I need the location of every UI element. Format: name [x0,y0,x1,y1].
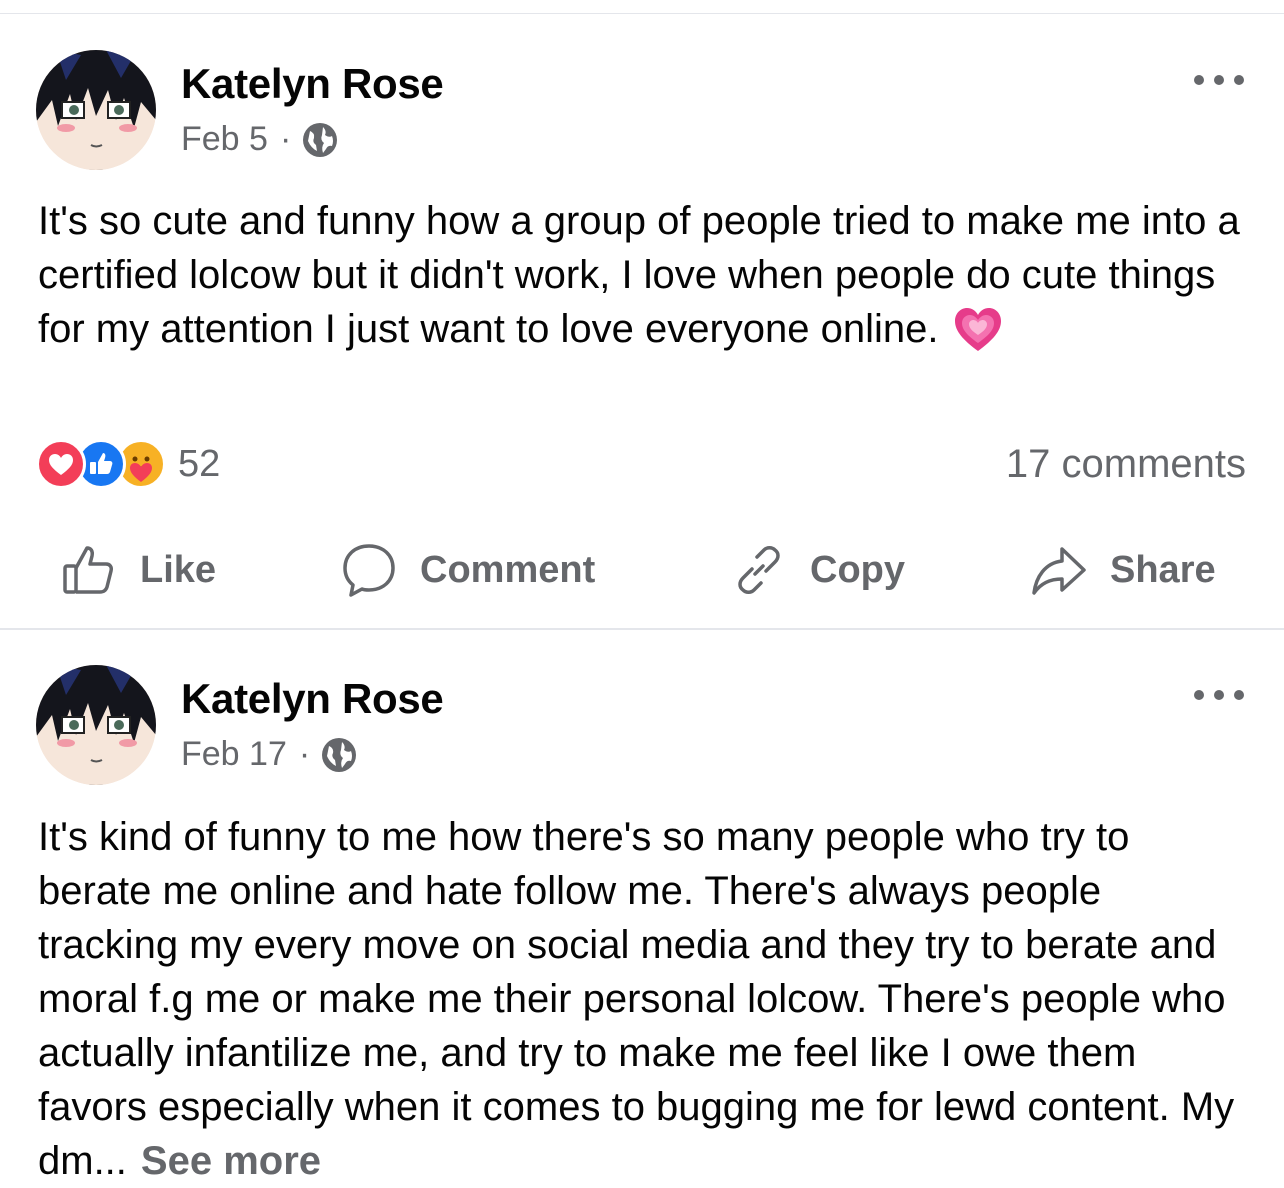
love-reaction-icon [36,439,86,489]
more-options-button[interactable] [1194,70,1244,90]
post-text: It's so cute and funny how a group of pe… [38,199,1240,351]
speech-bubble-icon [343,544,395,597]
dot-icon [1234,75,1244,85]
like-button[interactable]: Like [60,540,216,600]
post-date[interactable]: Feb 5 [181,120,268,159]
avatar[interactable] [36,50,156,170]
more-options-button[interactable] [1194,685,1244,705]
link-icon [738,546,780,594]
author-name[interactable]: Katelyn Rose [181,60,444,108]
meta-separator: · [298,735,311,773]
reaction-count: 52 [178,442,221,485]
post-card: Katelyn Rose Feb 5 · It's so cute and fu… [0,0,1284,628]
post-action-bar: Like Comment Copy Share [0,540,1284,600]
dot-icon [1194,75,1204,85]
see-more-link[interactable]: See more [141,1139,321,1183]
copy-label: Copy [810,548,905,591]
meta-separator: · [279,120,292,158]
comment-button[interactable]: Comment [340,540,595,600]
like-label: Like [140,548,217,591]
copy-button[interactable]: Copy [730,540,905,600]
share-button[interactable]: Share [1030,540,1216,600]
comments-count-link[interactable]: 17 comments [1006,440,1246,488]
post-card: Katelyn Rose Feb 17 · It's kind of funny… [0,630,1284,1184]
share-label: Share [1110,548,1216,591]
growing-heart-emoji-icon [954,308,1001,351]
dot-icon [1214,75,1224,85]
post-text: It's kind of funny to me how there's so … [38,815,1235,1183]
comment-label: Comment [420,548,596,591]
post-meta: Feb 17 · [181,735,358,774]
post-meta: Feb 5 · [181,120,339,159]
post-date[interactable]: Feb 17 [181,735,287,774]
globe-icon [322,737,357,772]
reactions-summary[interactable]: 52 [36,439,221,489]
share-arrow-icon [1032,547,1086,595]
post-body: It's so cute and funny how a group of pe… [38,194,1248,356]
dot-icon [1234,690,1244,700]
avatar[interactable] [36,665,156,785]
dot-icon [1194,690,1204,700]
globe-icon [303,122,338,157]
dot-icon [1214,690,1224,700]
author-name[interactable]: Katelyn Rose [181,675,444,723]
post-body: It's kind of funny to me how there's so … [38,810,1248,1188]
thumbs-up-icon [63,546,113,594]
